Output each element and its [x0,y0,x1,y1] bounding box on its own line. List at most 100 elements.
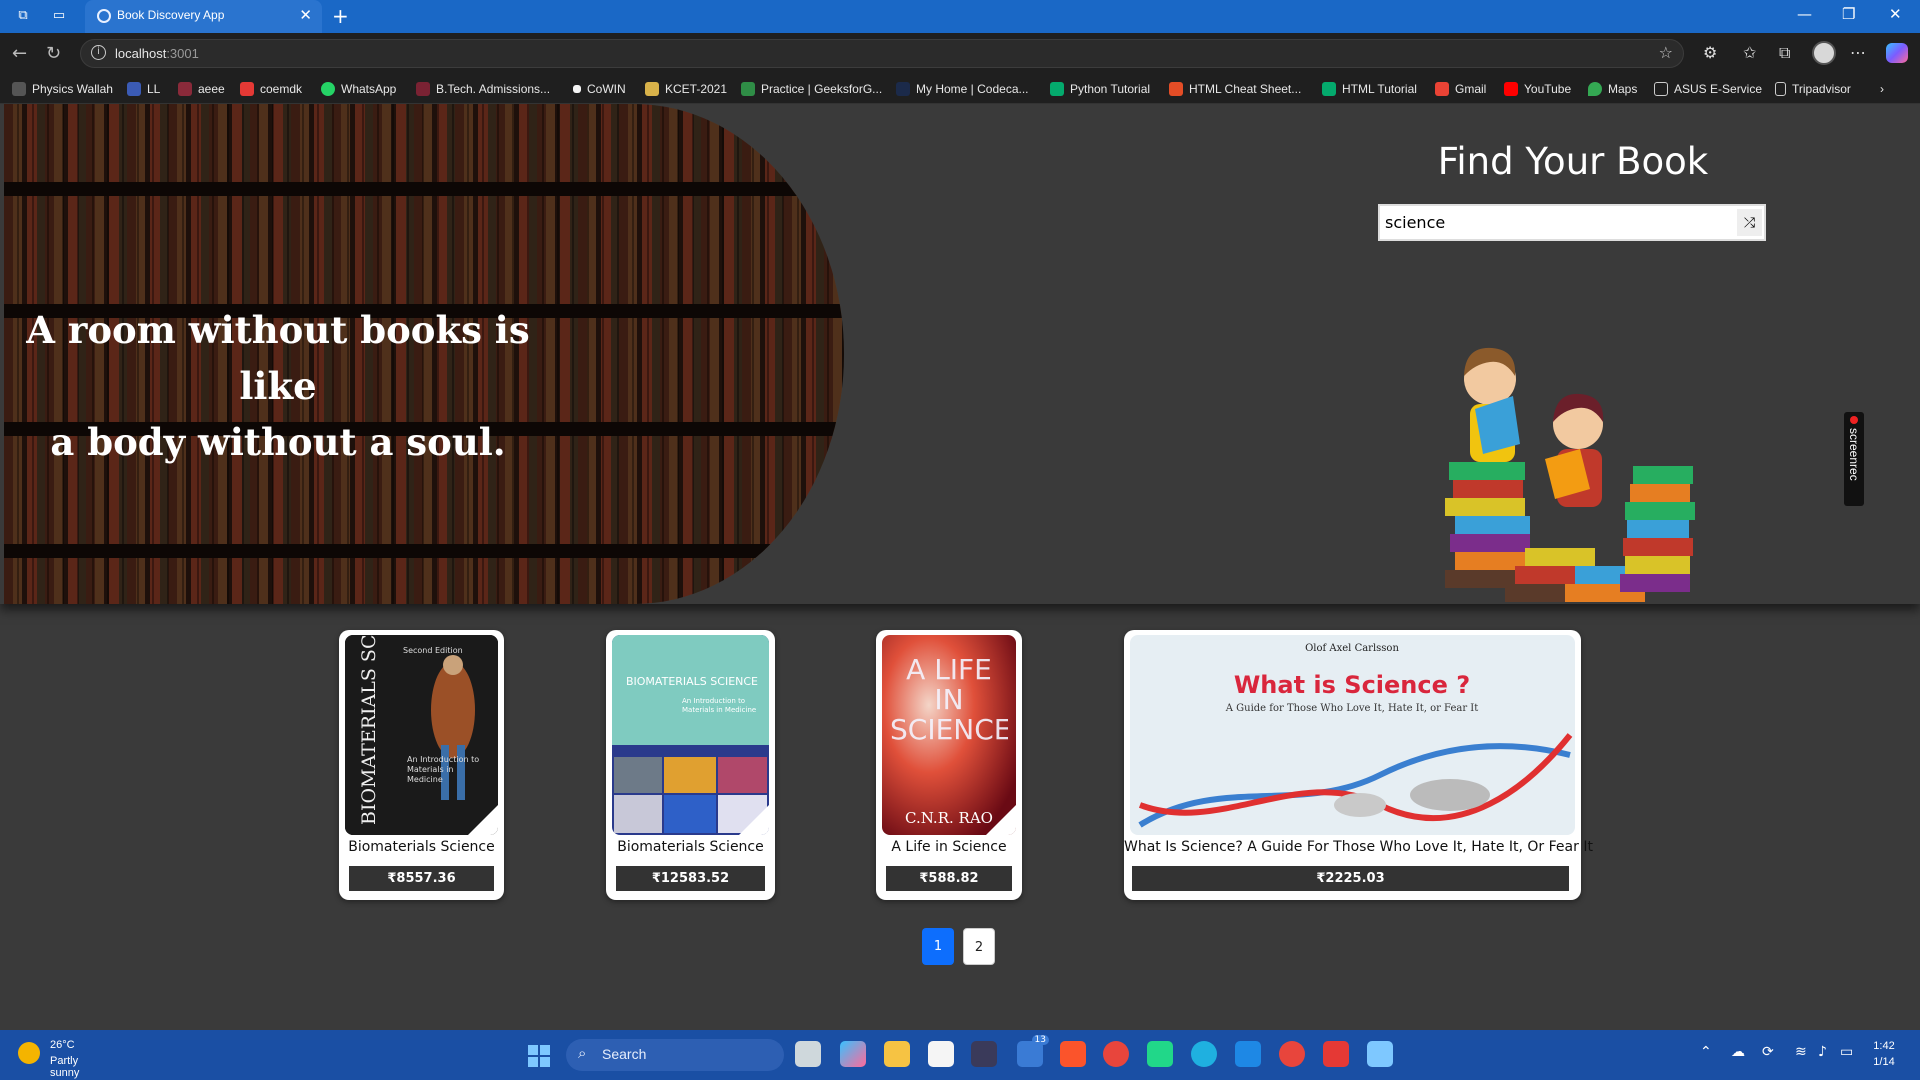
partly-sunny-icon [18,1042,40,1064]
bookmark-item[interactable]: My Home | Codeca... [896,80,1029,98]
app-icon[interactable] [971,1041,997,1067]
bookmark-item[interactable]: Python Tutorial [1050,80,1150,98]
pycharm-icon[interactable] [1147,1041,1173,1067]
book-cover: BIOMATERIALS SCIENCE Second Edition An I… [345,635,498,835]
chrome-icon[interactable] [1103,1041,1129,1067]
back-icon[interactable]: ← [12,43,27,64]
brave-icon[interactable] [1060,1041,1086,1067]
bookmark-item[interactable]: CoWIN [570,80,626,98]
task-view-icon[interactable] [795,1041,821,1067]
favorites-icon[interactable]: ✩ [1743,43,1756,62]
sync-icon[interactable]: ⟳ [1762,1044,1774,1060]
search-input[interactable] [1380,206,1730,239]
quote-line: A room without books is like [26,308,530,408]
bookmark-item[interactable]: Gmail [1435,80,1486,98]
mail-icon[interactable]: 13 [1017,1035,1049,1067]
book-title: Biomaterials Science [617,839,764,855]
bookmark-favicon-icon [321,82,335,96]
bookmark-item[interactable]: coemdk [240,80,302,98]
bookmark-item[interactable]: Tripadvisor [1775,80,1851,98]
copilot-icon[interactable] [1886,43,1908,63]
site-info-icon[interactable]: i [91,45,106,60]
screenrec-widget[interactable]: screenrec [1844,412,1864,506]
bookmark-favicon-icon [645,82,659,96]
bookmark-item[interactable]: LL [127,80,160,98]
restore-icon[interactable]: ❐ [1842,5,1855,23]
profile-avatar[interactable] [1812,41,1836,65]
page-button-2[interactable]: 2 [963,928,995,965]
book-title: What Is Science? A Guide For Those Who L… [1124,839,1593,855]
book-price: ₹8557.36 [349,866,494,891]
url-text: localhost:3001 [115,46,199,61]
bookmark-item[interactable]: Maps [1588,80,1637,98]
edge-icon[interactable] [1191,1041,1217,1067]
taskbar-clock[interactable]: 1:42 1/14 [1860,1038,1908,1070]
address-toolbar: ← ↻ i localhost:3001 ☆ ⚙ ✩ ⧉ ⋯ [0,33,1920,74]
book-title: Biomaterials Science [348,839,495,855]
book-price: ₹12583.52 [616,866,765,891]
bookmark-item[interactable]: ASUS E-Service [1654,80,1762,98]
refresh-icon[interactable]: ↻ [46,43,61,64]
wps-office-icon[interactable] [1323,1041,1349,1067]
bookmark-item[interactable]: HTML Tutorial [1322,80,1417,98]
minimize-icon[interactable]: — [1797,5,1812,23]
bookmark-item[interactable]: YouTube [1504,80,1571,98]
tab-title: Book Discovery App [117,8,225,22]
volume-icon[interactable]: ♪ [1818,1044,1827,1060]
vscode-icon[interactable] [1235,1041,1261,1067]
tab-book-discovery[interactable]: Book Discovery App ✕ [85,0,322,33]
bookmark-item[interactable]: HTML Cheat Sheet... [1169,80,1301,98]
tray-overflow-icon[interactable]: ⌃ [1700,1044,1712,1060]
bookmark-favicon-icon [741,82,755,96]
page-button-1[interactable]: 1 [922,928,954,965]
bookmark-item[interactable]: Practice | GeeksforG... [741,80,882,98]
close-tab-icon[interactable]: ✕ [299,6,312,24]
collections-icon[interactable]: ⧉ [1779,43,1790,63]
book-title: A Life in Science [891,839,1007,855]
notes-icon[interactable] [1367,1041,1393,1067]
book-card[interactable]: A LIFE IN SCIENCE C.N.R. RAO A Life in S… [876,630,1022,900]
bookmark-favicon-icon [1588,82,1602,96]
bookmark-item[interactable]: WhatsApp [321,80,396,98]
workspaces-icon[interactable]: ⧉ [14,7,32,25]
bookmark-item[interactable]: B.Tech. Admissions... [416,80,550,98]
bookmark-item[interactable]: KCET-2021 [645,80,727,98]
close-window-icon[interactable]: ✕ [1889,5,1902,23]
battery-icon[interactable]: ▭ [1840,1044,1853,1060]
shuffle-icon[interactable]: ⤮ [1737,209,1762,236]
favorite-star-icon[interactable]: ☆ [1659,43,1673,62]
folder-icon [1654,82,1668,96]
extensions-icon[interactable]: ⚙ [1703,43,1717,62]
cover-title: BIOMATERIALS SCIENCE [626,675,758,688]
wifi-icon[interactable]: ≋ [1795,1044,1807,1060]
notepad-icon[interactable] [928,1041,954,1067]
onedrive-icon[interactable]: ☁ [1731,1044,1745,1060]
cover-subtitle: An Introduction to Materials in Medicine [682,697,757,714]
taskbar-search[interactable]: ⌕ Search [566,1039,784,1071]
book-card[interactable]: Olof Axel Carlsson What is Science ? A G… [1124,630,1593,900]
app-page: A room without books is like a body with… [0,104,1920,1030]
browser-titlebar: ⧉ ▭ Book Discovery App ✕ + — ❐ ✕ [0,0,1920,33]
bookmarks-overflow-icon[interactable]: › [1880,80,1884,98]
more-menu-icon[interactable]: ⋯ [1850,43,1866,62]
bookmark-item[interactable]: aeee [178,80,225,98]
address-bar[interactable]: i localhost:3001 ☆ [80,39,1684,68]
bookmark-favicon-icon [1050,82,1064,96]
copilot-app-icon[interactable] [840,1041,866,1067]
new-tab-button[interactable]: + [332,4,349,28]
windows-taskbar: 26°C Partly sunny ⌕ Search 13 ⌃ ☁ ⟳ ≋ ♪ … [0,1030,1920,1080]
hero-quote: A room without books is like a body with… [18,302,538,470]
book-price: ₹588.82 [886,866,1012,891]
file-explorer-icon[interactable] [884,1041,910,1067]
tab-actions-icon[interactable]: ▭ [50,7,68,25]
bookmark-favicon-icon [178,82,192,96]
start-icon[interactable] [528,1045,550,1067]
book-card[interactable]: BIOMATERIALS SCIENCE An Introduction to … [606,630,775,900]
weather-desc: Partly sunny [50,1055,80,1079]
book-card[interactable]: BIOMATERIALS SCIENCE Second Edition An I… [339,630,504,900]
bookmark-favicon-icon [416,82,430,96]
chrome-profile-icon[interactable] [1279,1041,1305,1067]
cover-author: C.N.R. RAO [905,809,993,827]
search-icon: ⌕ [578,1045,587,1062]
bookmark-item[interactable]: Physics Wallah [12,80,113,98]
